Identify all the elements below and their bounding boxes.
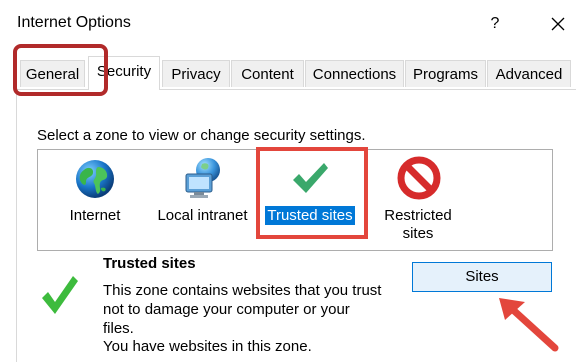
- sites-button[interactable]: Sites: [412, 262, 552, 292]
- selected-zone-status: You have websites in this zone.: [103, 338, 312, 355]
- zone-internet[interactable]: Internet: [56, 150, 134, 250]
- zone-internet-label: Internet: [69, 207, 121, 224]
- checkmark-icon: [42, 276, 78, 314]
- intranet-icon: [185, 158, 220, 198]
- tab-advanced[interactable]: Advanced: [487, 60, 571, 87]
- zone-restricted-sites[interactable]: Restricted sites: [376, 150, 460, 250]
- annotation-arrow-icon: [499, 298, 559, 352]
- close-icon: [551, 17, 565, 31]
- tab-connections[interactable]: Connections: [305, 60, 404, 87]
- close-button[interactable]: [540, 8, 576, 40]
- tab-privacy[interactable]: Privacy: [162, 60, 230, 87]
- selected-zone-title: Trusted sites: [103, 255, 196, 272]
- internet-options-dialog: Internet Options ? General Security Priv…: [0, 0, 576, 362]
- prohibited-icon: [397, 156, 441, 200]
- tab-content[interactable]: Content: [231, 60, 304, 87]
- tab-programs[interactable]: Programs: [405, 60, 486, 87]
- globe-icon: [76, 160, 114, 198]
- help-button[interactable]: ?: [478, 8, 512, 40]
- zone-local-intranet[interactable]: Local intranet: [150, 150, 255, 250]
- annotation-highlight-trusted-sites: [256, 147, 368, 239]
- title-bar: Internet Options ?: [0, 0, 576, 48]
- zone-local-intranet-label: Local intranet: [157, 207, 248, 224]
- zone-restricted-label: Restricted: [384, 207, 452, 224]
- zone-prompt: Select a zone to view or change security…: [37, 127, 366, 144]
- window-title: Internet Options: [17, 14, 131, 31]
- selected-zone-description: This zone contains websites that you tru…: [103, 282, 382, 337]
- zone-restricted-label-2: sites: [402, 225, 434, 242]
- annotation-highlight-general: [13, 44, 108, 96]
